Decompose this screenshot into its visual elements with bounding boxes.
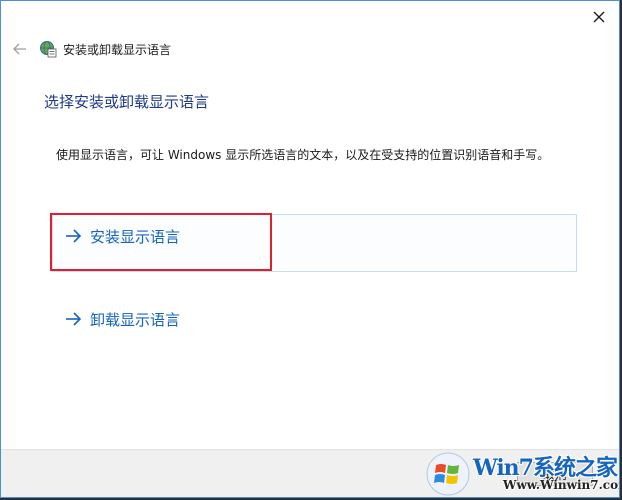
globe-language-icon [40, 41, 57, 58]
uninstall-display-language-option[interactable]: 卸载显示语言 [52, 297, 577, 355]
right-arrow-icon [66, 229, 82, 243]
back-arrow-icon [13, 43, 26, 55]
page-heading: 选择安装或卸载显示语言 [44, 93, 210, 111]
dialog-footer: 取消 [1, 449, 619, 497]
close-button[interactable] [587, 5, 611, 29]
back-button[interactable] [11, 40, 29, 58]
install-option-label: 安装显示语言 [90, 228, 181, 246]
description-text: 使用显示语言，可让 Windows 显示所选语言的文本，以及在受支持的位置识别语… [56, 148, 550, 162]
cancel-button[interactable]: 取消 [517, 462, 593, 486]
install-display-language-option[interactable]: 安装显示语言 [52, 214, 577, 272]
close-icon [593, 11, 605, 23]
uninstall-option-label: 卸载显示语言 [90, 311, 181, 329]
window-title: 安装或卸载显示语言 [63, 43, 172, 57]
right-arrow-icon [66, 312, 82, 326]
language-dialog-window: 安装或卸载显示语言 选择安装或卸载显示语言 使用显示语言，可让 Windows … [0, 0, 620, 498]
